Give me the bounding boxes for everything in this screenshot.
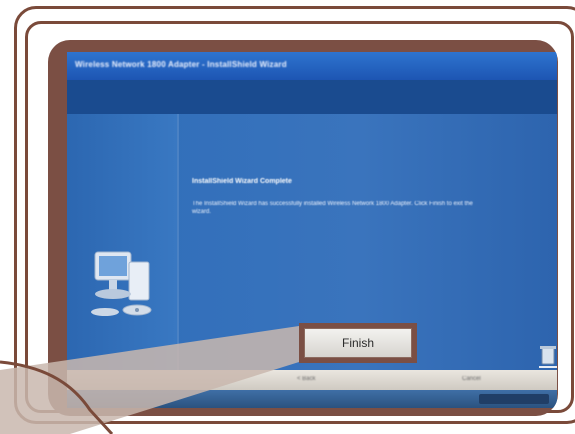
title-bar: Wireless Network 1800 Adapter - InstallS… xyxy=(67,52,557,80)
left-pane xyxy=(67,114,177,370)
recycle-bin-icon[interactable] xyxy=(537,342,557,370)
header-band xyxy=(67,80,557,114)
finish-button[interactable]: Finish xyxy=(304,328,412,358)
taskbar xyxy=(67,390,557,408)
pane-divider xyxy=(177,114,179,370)
button-bar: < Back Cancel xyxy=(67,370,557,390)
back-button[interactable]: < Back xyxy=(297,376,316,382)
system-tray-icon[interactable] xyxy=(479,394,549,404)
cancel-button[interactable]: Cancel xyxy=(462,376,481,382)
finish-callout: Finish xyxy=(299,323,417,363)
wizard-message: The InstallShield Wizard has successfull… xyxy=(192,201,473,215)
wizard-heading: InstallShield Wizard Complete xyxy=(192,178,292,185)
window-title: Wireless Network 1800 Adapter - InstallS… xyxy=(75,60,287,69)
computer-setup-icon xyxy=(91,251,152,316)
